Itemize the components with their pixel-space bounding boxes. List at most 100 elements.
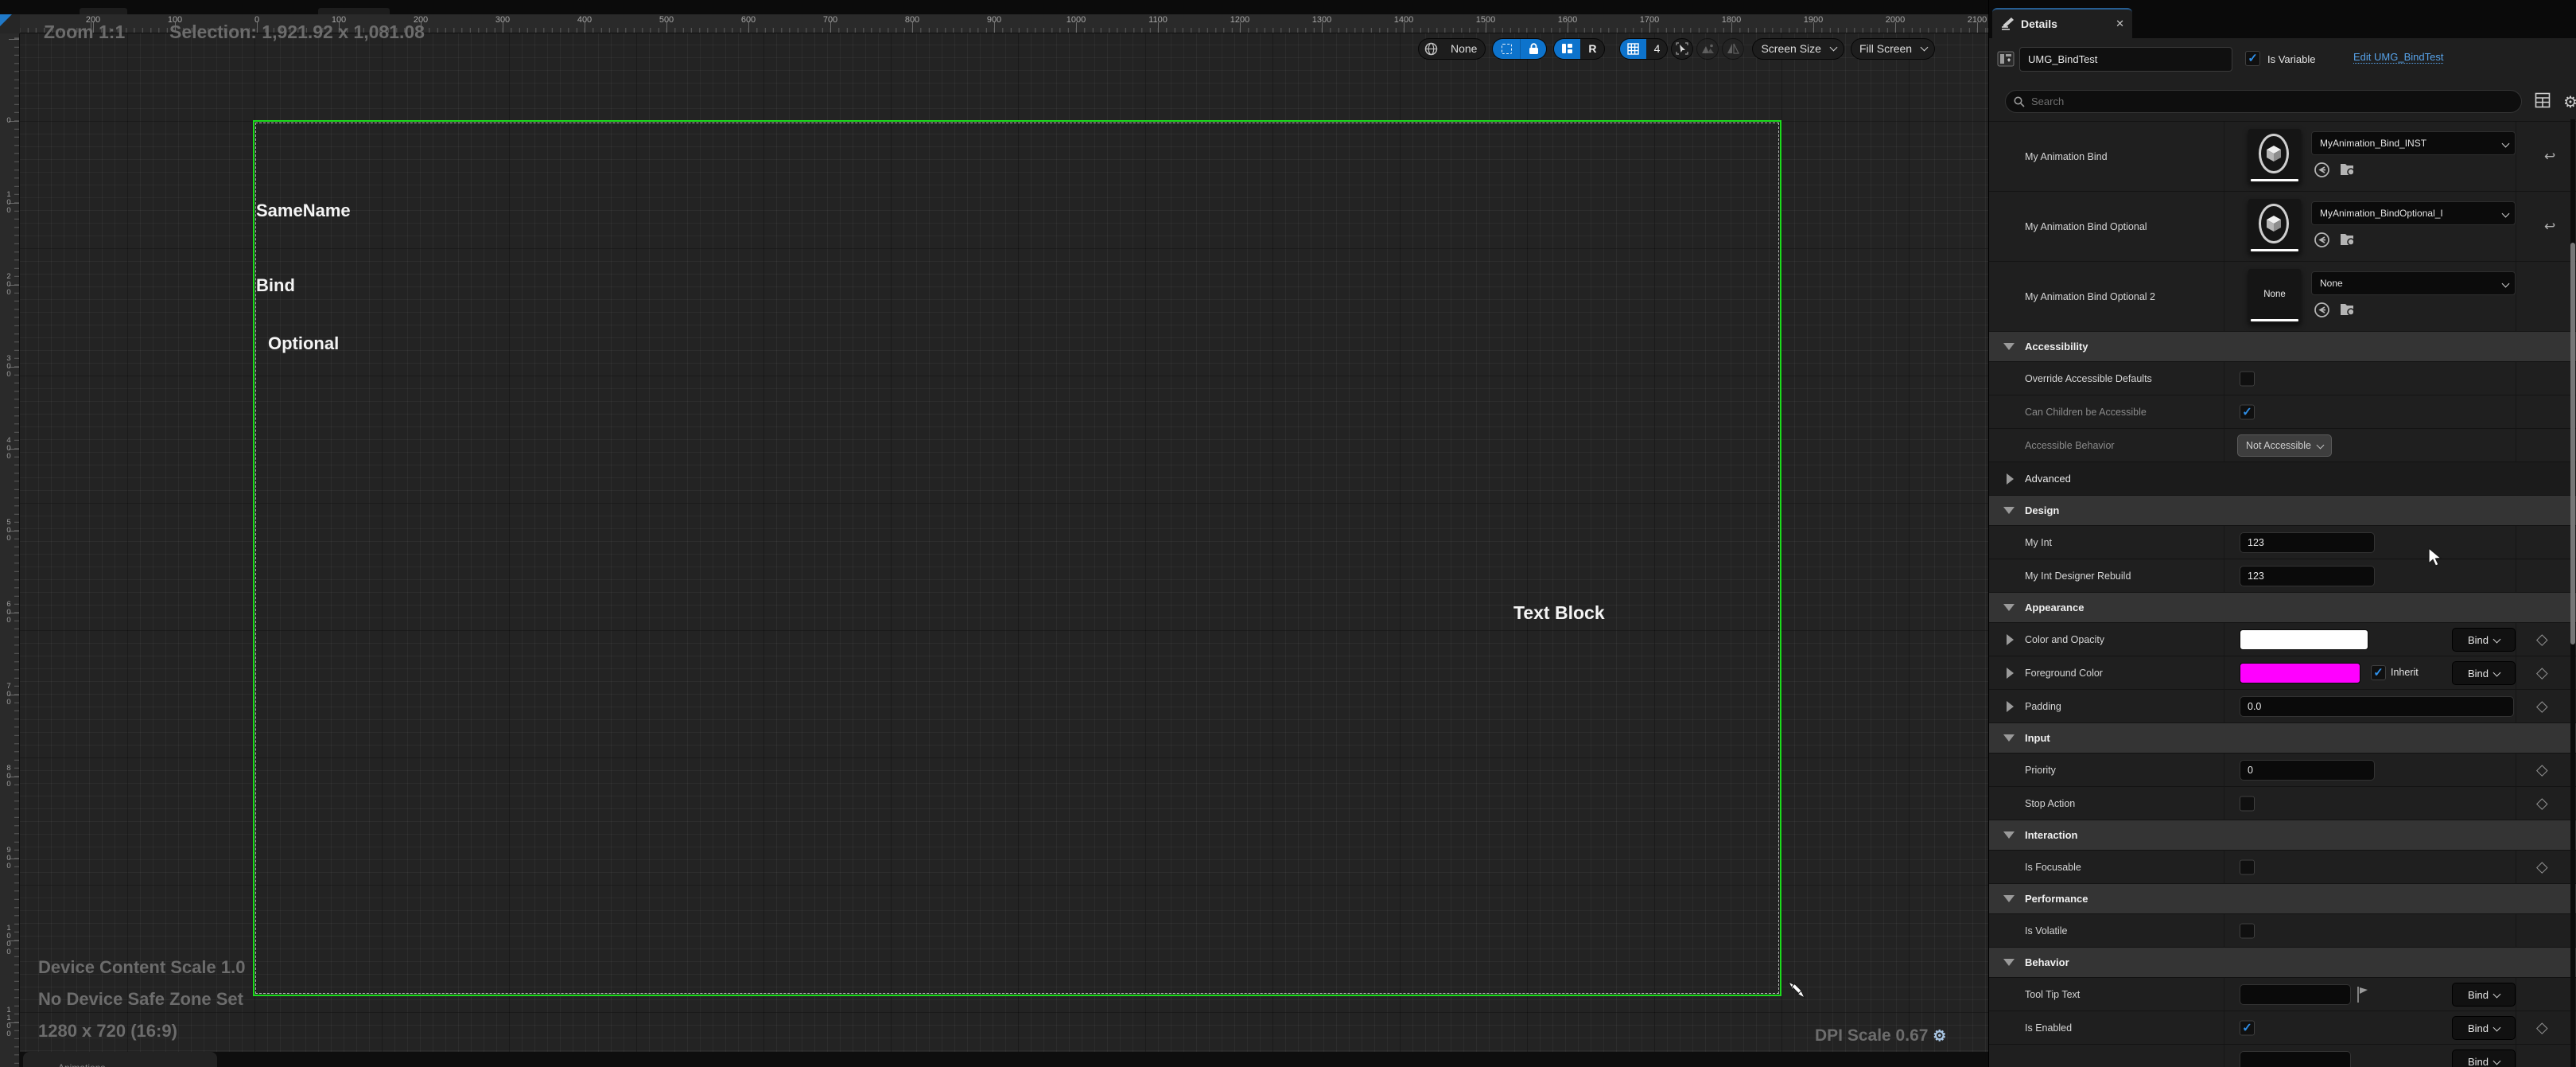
section-header-interaction[interactable]: Interaction [1989, 820, 2576, 851]
search-input[interactable]: Search [2005, 90, 2522, 113]
fill-screen-dropdown[interactable]: Fill Screen [1851, 38, 1935, 60]
asset-none-text: None [2248, 290, 2301, 299]
reset-to-default-diamond[interactable]: ◇ [2536, 1018, 2548, 1037]
reset-to-default-diamond[interactable]: ◇ [2536, 697, 2548, 715]
is-enabled-checkbox[interactable]: ✓ [2240, 1020, 2255, 1035]
partial-input[interactable] [2240, 1051, 2351, 1067]
scrollbar-thumb[interactable] [2570, 243, 2575, 644]
text-widget-bind[interactable]: Bind [256, 275, 295, 296]
is-focusable-checkbox[interactable] [2240, 859, 2255, 874]
use-selected-asset-icon[interactable] [2314, 162, 2330, 178]
property-row-accessible-behavior: Accessible Behavior Not Accessible [1989, 429, 2576, 462]
select-widget-button[interactable] [1671, 38, 1693, 60]
section-header-performance[interactable]: Performance [1989, 884, 2576, 914]
section-header-input[interactable]: Input [1989, 723, 2576, 754]
details-scrollbar[interactable] [2570, 119, 2575, 1067]
expand-triangle-icon[interactable] [2007, 668, 2014, 679]
text-widget-samename[interactable]: SameName [256, 201, 351, 221]
text-widget-textblock[interactable]: Text Block [1513, 602, 1605, 624]
flip-preview-button[interactable] [1722, 38, 1744, 60]
inherit-checkbox[interactable]: ✓ [2371, 665, 2386, 680]
tab-details[interactable]: Details ✕ [1992, 8, 2132, 38]
asset-thumbnail[interactable] [2248, 199, 2301, 253]
asset-thumbnail[interactable]: None [2248, 269, 2301, 323]
chevron-down-icon [2502, 210, 2510, 218]
grid-snap-button[interactable] [1620, 39, 1646, 59]
use-selected-asset-icon[interactable] [2314, 302, 2330, 318]
property-label: Is Enabled [2025, 1022, 2072, 1034]
is-enabled-bind-dropdown[interactable]: Bind [2452, 1016, 2516, 1040]
dpi-settings-gear-icon[interactable]: ⚙ [1933, 1028, 1946, 1045]
designer-toolbar: None R 4 Screen [1418, 37, 1935, 60]
reset-to-default-diamond[interactable]: ◇ [2536, 664, 2548, 682]
my-int-input[interactable]: 123 [2240, 532, 2375, 553]
use-selected-asset-icon[interactable] [2314, 232, 2330, 248]
padding-input[interactable]: 0.0 [2240, 696, 2514, 717]
grid-size-value[interactable]: 4 [1646, 39, 1667, 59]
property-row-padding: Padding 0.0 ◇ [1989, 690, 2576, 723]
tool-tip-bind-dropdown[interactable]: Bind [2452, 983, 2516, 1007]
advanced-expander[interactable]: Advanced [1989, 462, 2576, 496]
screen-size-dropdown[interactable]: Screen Size [1752, 38, 1844, 60]
is-variable-checkbox[interactable]: ✓ [2245, 51, 2260, 66]
section-header-design[interactable]: Design [1989, 496, 2576, 526]
ruler-label: 1100 [0, 1007, 17, 1038]
browse-to-asset-icon[interactable] [2340, 162, 2357, 177]
settings-gear-icon[interactable]: ⚙ [2563, 92, 2576, 112]
widget-name-input[interactable]: UMG_BindTest [2019, 47, 2232, 72]
text-widget-optional[interactable]: Optional [268, 333, 339, 354]
layout-button[interactable] [1554, 39, 1580, 59]
reset-to-default-arrow[interactable]: ↩ [2544, 149, 2555, 165]
section-header-accessibility[interactable]: Accessibility [1989, 332, 2576, 362]
resize-handle-icon[interactable] [1784, 980, 1809, 1006]
property-label: Is Volatile [2025, 925, 2068, 937]
asset-combo-box[interactable]: None [2311, 271, 2516, 295]
dashed-outline-button[interactable] [1493, 39, 1520, 59]
display-filter-icon[interactable] [2535, 92, 2551, 112]
my-int-designer-rebuild-input[interactable]: 123 [2240, 566, 2375, 586]
section-header-behavior[interactable]: Behavior [1989, 948, 2576, 978]
lock-button[interactable] [1520, 39, 1546, 59]
selection-outline[interactable] [253, 120, 1781, 996]
collapse-triangle-icon [2003, 734, 2015, 742]
accessible-behavior-dropdown[interactable]: Not Accessible [2237, 434, 2332, 457]
localization-flag-icon[interactable] [2356, 987, 2369, 1003]
image-icon [1701, 43, 1715, 54]
color-and-opacity-bind-dropdown[interactable]: Bind [2452, 628, 2516, 652]
ruler-label: 100 [0, 191, 17, 215]
priority-input[interactable]: 0 [2240, 760, 2375, 781]
search-icon [2014, 96, 2025, 107]
asset-combo-box[interactable]: MyAnimation_Bind_INST [2311, 131, 2516, 155]
reset-to-default-diamond[interactable]: ◇ [2536, 858, 2548, 876]
color-and-opacity-swatch[interactable] [2240, 629, 2368, 650]
section-header-appearance[interactable]: Appearance [1989, 593, 2576, 623]
ruler-label: 1600 [1558, 15, 1577, 25]
asset-combo-box[interactable]: MyAnimation_BindOptional_I [2311, 201, 2516, 225]
asset-thumbnail[interactable] [2248, 129, 2301, 183]
expand-triangle-icon[interactable] [2007, 634, 2014, 645]
reset-to-default-diamond[interactable]: ◇ [2536, 794, 2548, 812]
preview-image-button[interactable] [1696, 38, 1719, 60]
partial-bind-dropdown[interactable]: Bind [2452, 1049, 2516, 1067]
foreground-color-swatch[interactable] [2240, 663, 2360, 683]
layout-icon [1561, 43, 1573, 54]
tab-animations[interactable]: Animations [23, 1052, 217, 1067]
expand-triangle-icon[interactable] [2007, 701, 2014, 712]
reset-to-default-diamond[interactable]: ◇ [2536, 761, 2548, 779]
reset-to-default-arrow[interactable]: ↩ [2544, 219, 2555, 235]
can-children-be-accessible-checkbox[interactable]: ✓ [2240, 404, 2255, 419]
browse-to-asset-icon[interactable] [2340, 232, 2357, 247]
localization-preview-button[interactable]: None [1418, 38, 1486, 60]
ruler-toggle-button[interactable]: R [1580, 39, 1604, 59]
reset-to-default-diamond[interactable]: ◇ [2536, 630, 2548, 648]
browse-to-asset-icon[interactable] [2340, 302, 2357, 317]
dpi-scale-value: DPI Scale 0.67 [1815, 1026, 1928, 1045]
tool-tip-text-input[interactable] [2240, 984, 2351, 1005]
is-volatile-checkbox[interactable] [2240, 923, 2255, 938]
edit-blueprint-link[interactable]: Edit UMG_BindTest [2353, 51, 2443, 64]
close-icon[interactable]: ✕ [2116, 18, 2124, 30]
foreground-color-bind-dropdown[interactable]: Bind [2452, 661, 2516, 685]
screen-size-label: Screen Size [1753, 42, 1828, 55]
stop-action-checkbox[interactable] [2240, 796, 2255, 811]
override-accessible-defaults-checkbox[interactable] [2240, 371, 2255, 386]
